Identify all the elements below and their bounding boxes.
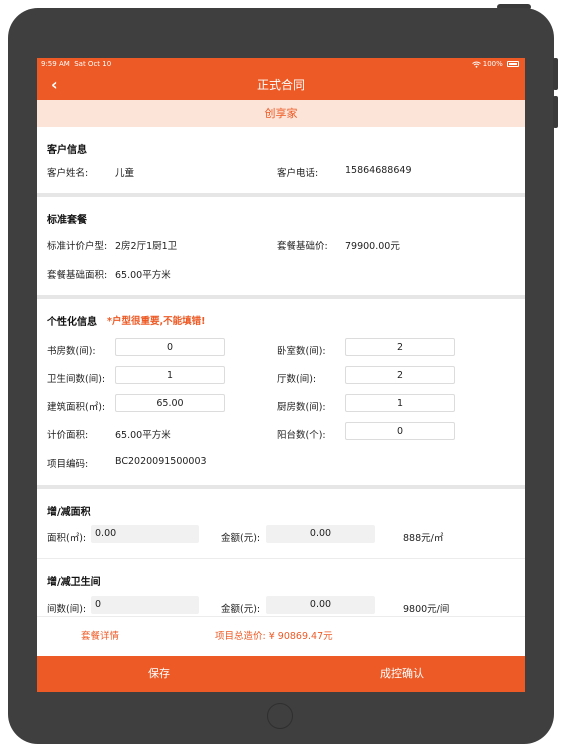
hall-input[interactable]: 2	[345, 366, 455, 384]
add-bath-count-input[interactable]: 0	[91, 596, 199, 614]
device-volume-up-button	[553, 58, 558, 90]
add-area-heading: 增/减面积	[47, 507, 91, 518]
calc-area-label: 计价面积:	[47, 430, 89, 441]
add-bath-amount-label: 金额(元):	[221, 604, 261, 615]
add-area-section: 增/减面积 面积(㎡): 0.00 金额(元): 0.00 888元/㎡	[37, 489, 525, 559]
package-area-label: 套餐基础面积:	[47, 270, 108, 281]
custom-heading: 个性化信息	[47, 317, 97, 328]
bathroom-input[interactable]: 1	[115, 366, 225, 384]
device-home-button[interactable]	[267, 703, 293, 729]
customer-section: 客户信息 客户姓名: 儿童 客户电话: 15864688649	[37, 127, 525, 193]
battery-icon	[507, 61, 519, 67]
add-area-label: 面积(㎡):	[47, 533, 87, 544]
package-price-label: 套餐基础价:	[277, 241, 328, 252]
add-area-unit-price: 888元/㎡	[403, 533, 444, 544]
add-area-amount-label: 金额(元):	[221, 533, 261, 544]
kitchen-input[interactable]: 1	[345, 394, 455, 412]
project-total-price: 项目总造价: ¥ 90869.47元	[215, 631, 333, 642]
wifi-icon	[471, 61, 481, 68]
balcony-input[interactable]: 0	[345, 422, 455, 440]
add-bath-amount-input[interactable]: 0.00	[266, 596, 375, 614]
device-volume-down-button	[553, 96, 558, 128]
add-bath-count-label: 间数(间):	[47, 604, 87, 615]
add-bath-unit-price: 9800元/间	[403, 604, 450, 615]
add-area-amount-input[interactable]: 0.00	[266, 525, 375, 543]
customer-heading: 客户信息	[47, 145, 87, 156]
calc-area-value: 65.00平方米	[115, 430, 171, 441]
custom-warning: *户型很重要,不能填错!	[107, 316, 206, 327]
action-bar: 保存 成控确认	[37, 656, 525, 692]
package-area-value: 65.00平方米	[115, 270, 171, 281]
package-details-link[interactable]: 套餐详情	[81, 617, 119, 657]
customer-name-value: 儿童	[115, 168, 135, 179]
package-type-label: 标准计价户型:	[47, 241, 108, 252]
build-area-input[interactable]: 65.00	[115, 394, 225, 412]
package-type-value: 2房2厅1厨1卫	[115, 241, 178, 252]
bedroom-label: 卧室数(间):	[277, 346, 326, 357]
build-area-label: 建筑面积(㎡):	[47, 402, 106, 413]
status-time-date: 9:59 AM Sat Oct 10	[41, 58, 111, 70]
screen: 9:59 AM Sat Oct 10 100% ‹ 正式合同 创享家 客户信息 …	[37, 58, 525, 692]
balcony-label: 阳台数(个):	[277, 430, 326, 441]
form-content[interactable]: 客户信息 客户姓名: 儿童 客户电话: 15864688649 标准套餐 标准计…	[37, 127, 525, 616]
add-bath-section: 增/减卫生间 间数(间): 0 金额(元): 0.00 9800元/间	[37, 559, 525, 616]
kitchen-label: 厨房数(间):	[277, 402, 326, 413]
package-price-value: 79900.00元	[345, 241, 400, 252]
page-title: 正式合同	[256, 78, 305, 92]
battery-percent: 100%	[482, 60, 503, 68]
customer-phone-label: 客户电话:	[277, 168, 319, 179]
customer-name-label: 客户姓名:	[47, 168, 89, 179]
status-time: 9:59 AM	[41, 60, 70, 68]
nav-bar: ‹ 正式合同	[37, 70, 525, 100]
summary-bar: 套餐详情 项目总造价: ¥ 90869.47元	[37, 616, 525, 656]
customer-phone-value: 15864688649	[345, 165, 412, 176]
status-bar: 9:59 AM Sat Oct 10 100%	[37, 58, 525, 70]
study-input[interactable]: 0	[115, 338, 225, 356]
bedroom-input[interactable]: 2	[345, 338, 455, 356]
project-code-label: 项目编码:	[47, 459, 89, 470]
company-banner: 创享家	[37, 100, 525, 127]
project-code-value: BC2020091500003	[115, 456, 207, 467]
add-area-input[interactable]: 0.00	[91, 525, 199, 543]
save-button[interactable]: 保存	[148, 656, 170, 692]
package-section: 标准套餐 标准计价户型: 2房2厅1厨1卫 套餐基础价: 79900.00元 套…	[37, 197, 525, 295]
confirm-button[interactable]: 成控确认	[380, 656, 424, 692]
study-label: 书房数(间):	[47, 346, 96, 357]
hall-label: 厅数(间):	[277, 374, 317, 385]
package-heading: 标准套餐	[47, 215, 87, 226]
custom-section: 个性化信息 *户型很重要,不能填错! 书房数(间): 0 卧室数(间): 2 卫…	[37, 299, 525, 485]
bathroom-label: 卫生间数(间):	[47, 374, 106, 385]
status-right: 100%	[471, 58, 519, 70]
status-date: Sat Oct 10	[74, 60, 112, 68]
add-bath-heading: 增/减卫生间	[47, 577, 101, 588]
